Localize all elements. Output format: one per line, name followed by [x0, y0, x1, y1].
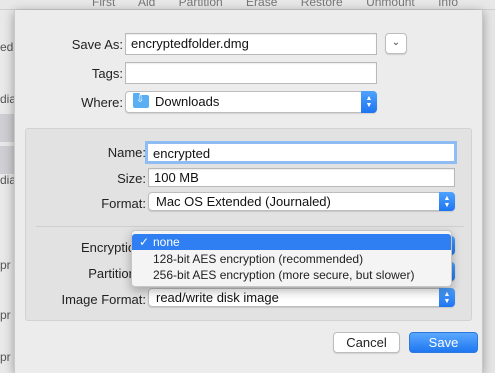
encryption-menu-item-none[interactable]: ✓ none	[132, 234, 451, 250]
background-sidebar-fragment: pr	[0, 350, 11, 364]
save-button[interactable]: Save	[409, 332, 478, 353]
popup-arrows-icon: ▲▼	[439, 288, 455, 307]
popup-arrows-icon: ▲▼	[361, 91, 377, 113]
format-popup-value: Mac OS Extended (Journaled)	[156, 194, 331, 209]
format-popup[interactable]: Mac OS Extended (Journaled) ▲ ▼	[148, 192, 455, 211]
name-field[interactable]: encrypted	[145, 141, 457, 164]
save-dialog: Save As: encryptedfolder.dmg ⌄ Tags: Whe…	[14, 10, 483, 373]
format-label: Format:	[101, 196, 146, 211]
encryption-menu-item-256-bit[interactable]: 256-bit AES encryption (more secure, but…	[132, 267, 451, 283]
menu-item-label: 256-bit AES encryption (more secure, but…	[153, 268, 415, 282]
save-as-field[interactable]: encryptedfolder.dmg	[125, 33, 377, 55]
image-options-panel: Name: encrypted Size: 100 MB Format: Mac…	[25, 128, 472, 321]
size-field[interactable]: 100 MB	[148, 168, 455, 187]
encryption-menu: ✓ none 128-bit AES encryption (recommend…	[131, 230, 452, 287]
save-as-label: Save As:	[71, 37, 123, 52]
tags-field[interactable]	[125, 62, 377, 84]
background-toolbar: First Aid Partition Erase Restore Unmoun…	[0, 0, 495, 10]
where-popup[interactable]: Downloads ▲▼	[125, 91, 377, 113]
tags-label: Tags:	[91, 66, 123, 81]
image-format-popup-value: read/write disk image	[156, 290, 279, 305]
menu-item-label: 128-bit AES encryption (recommended)	[153, 252, 364, 266]
image-format-popup[interactable]: read/write disk image ▲ ▼	[148, 288, 455, 307]
background-toolbar-items: First Aid Partition Erase Restore Unmoun…	[92, 0, 459, 9]
where-label: Where:	[81, 95, 123, 110]
where-popup-value: Downloads	[155, 94, 220, 109]
image-format-label: Image Format:	[61, 292, 146, 307]
popup-arrows-icon: ▲▼	[439, 192, 455, 211]
background-right-edge	[482, 10, 495, 373]
menu-item-label: none	[153, 235, 180, 249]
chevron-down-icon: ⌄	[391, 37, 401, 48]
checkmark-icon: ✓	[139, 235, 150, 249]
background-sidebar-selection	[0, 146, 14, 174]
name-label: Name:	[107, 145, 146, 160]
cancel-button[interactable]: Cancel	[333, 332, 400, 353]
downloads-folder-icon	[133, 93, 149, 108]
expand-disclosure-button[interactable]: ⌄	[385, 33, 407, 54]
size-label: Size:	[117, 171, 146, 186]
encryption-menu-item-128-bit[interactable]: 128-bit AES encryption (recommended)	[132, 251, 451, 267]
background-sidebar-selection	[0, 114, 14, 142]
background-sidebar-fragment: pr	[0, 308, 11, 322]
panel-divider	[36, 226, 464, 227]
background-sidebar-fragment: pr	[0, 258, 11, 272]
